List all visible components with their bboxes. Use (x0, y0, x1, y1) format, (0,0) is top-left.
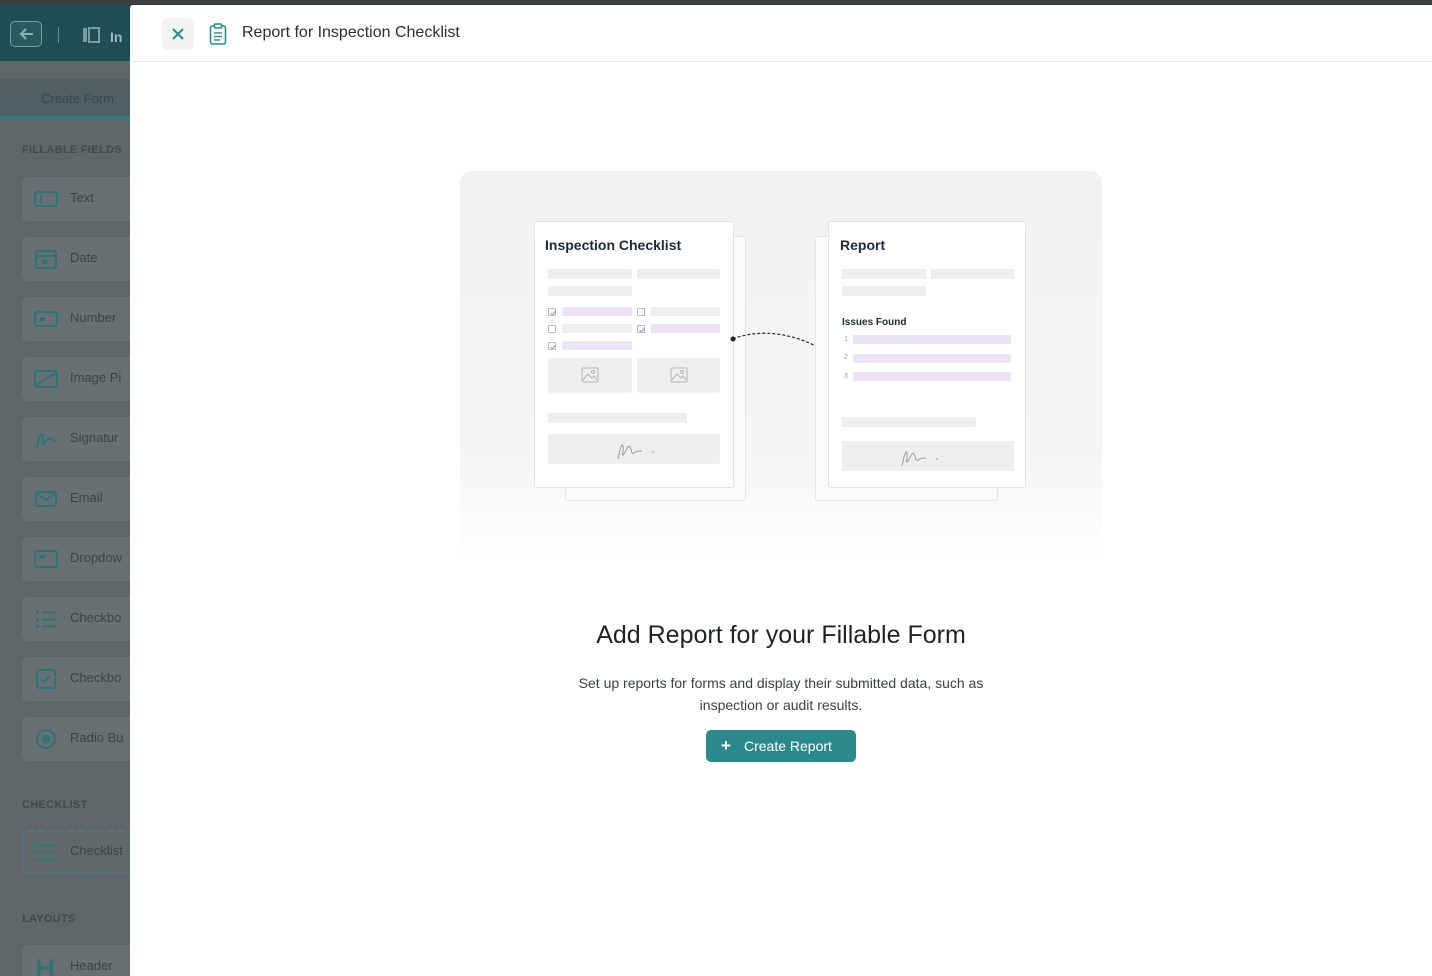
header-divider (58, 27, 59, 43)
layout-label: Header (70, 958, 113, 973)
report-card: Report Issues Found 1 2 3 (828, 221, 1026, 488)
section-fillable-fields: FILLABLE FIELDS (22, 144, 122, 156)
signature-scribble-icon (617, 444, 654, 460)
back-button[interactable] (10, 21, 42, 47)
checklist-card-title: Inspection Checklist (545, 237, 682, 253)
modal-title: Report for Inspection Checklist (242, 24, 460, 41)
placeholder-bar (931, 269, 1014, 279)
tab-create-form-label: Create Form (41, 91, 114, 106)
signature-placeholder (842, 441, 1014, 471)
field-item-checkbox[interactable]: Checkbo (22, 657, 142, 701)
form-logo-icon (83, 27, 100, 43)
signature-placeholder (548, 434, 720, 464)
close-button[interactable] (162, 18, 194, 50)
signature-icon (36, 433, 57, 448)
inspection-checklist-card: Inspection Checklist (534, 221, 734, 488)
issue-number: 3 (844, 373, 848, 380)
field-label: Email (70, 490, 103, 505)
field-item-signature[interactable]: Signatur (22, 417, 142, 461)
dropdown-icon (34, 550, 58, 568)
field-sidebar: Create Form FILLABLE FIELDS Text Date Nu… (0, 61, 142, 976)
radio-icon (36, 729, 56, 749)
field-item-checkbox-list[interactable]: Checkbo (22, 597, 142, 641)
mail-icon (35, 491, 57, 507)
field-item-radio-button[interactable]: Radio Bu (22, 717, 142, 761)
field-item-email[interactable]: Email (22, 477, 142, 521)
field-label: Signatur (70, 430, 119, 445)
section-layouts: LAYOUTS (22, 913, 76, 925)
image-icon (581, 367, 599, 383)
tab-create-form[interactable]: Create Form (0, 79, 140, 119)
placeholder-bar (842, 286, 926, 296)
placeholder-bar (548, 286, 632, 296)
issues-found-label: Issues Found (842, 317, 907, 328)
image-icon (670, 367, 688, 383)
signature-scribble-icon (901, 451, 938, 467)
section-checklist: CHECKLIST (22, 799, 88, 811)
empty-state-heading: Add Report for your Fillable Form (596, 621, 966, 649)
checked-box (637, 325, 645, 333)
app-title: In (110, 29, 123, 45)
text-field-icon (34, 191, 58, 207)
clipboard-icon (209, 23, 227, 45)
field-item-dropdown[interactable]: Dropdow (22, 537, 142, 581)
issue-bar (853, 335, 1011, 344)
create-report-label: Create Report (744, 738, 832, 754)
field-label: Image Pi (70, 370, 122, 385)
plus-icon: + (721, 736, 731, 755)
placeholder-bar (548, 269, 632, 279)
number-field-icon (34, 311, 58, 327)
placeholder-bar (562, 307, 632, 316)
image-placeholder (637, 358, 720, 393)
placeholder-bar (637, 269, 720, 279)
field-item-text[interactable]: Text (22, 177, 142, 221)
field-label: Text (70, 190, 94, 205)
issue-bar (853, 354, 1011, 363)
unchecked-box (637, 308, 645, 316)
checklist-item[interactable]: Checklist (22, 830, 142, 874)
checkbox-list-icon (36, 611, 56, 628)
header-icon (37, 959, 53, 976)
field-label: Date (70, 250, 98, 265)
placeholder-bar (562, 324, 632, 333)
issue-number: 1 (844, 336, 848, 343)
field-item-date[interactable]: Date (22, 237, 142, 281)
field-label: Checkbo (70, 670, 122, 685)
unchecked-box (548, 325, 556, 333)
field-item-number[interactable]: Number (22, 297, 142, 341)
image-placeholder (548, 358, 632, 393)
placeholder-bar (562, 341, 632, 350)
modal-header: Report for Inspection Checklist (130, 5, 1432, 62)
field-label: Radio Bu (70, 730, 124, 745)
field-label: Checkbo (70, 610, 122, 625)
report-illustration: Inspection Checklist Report Issues Found… (460, 171, 1102, 563)
image-icon (34, 370, 58, 388)
field-label: Dropdow (70, 550, 123, 565)
issue-number: 2 (844, 354, 848, 361)
placeholder-bar (651, 307, 720, 316)
placeholder-bar (548, 413, 687, 423)
field-item-image-picker[interactable]: Image Pi (22, 357, 142, 401)
report-modal: Report for Inspection Checklist Inspecti… (130, 5, 1432, 976)
field-label: Number (70, 310, 117, 325)
checklist-label: Checklist (70, 843, 123, 858)
create-report-button[interactable]: + Create Report (706, 730, 856, 762)
placeholder-bar (842, 417, 976, 427)
issue-bar (853, 372, 1011, 381)
layout-item-header[interactable]: Header (22, 945, 142, 976)
checklist-icon (36, 844, 56, 861)
report-card-title: Report (840, 237, 886, 253)
placeholder-bar (651, 324, 720, 333)
close-icon (172, 28, 184, 40)
checked-box (548, 308, 556, 316)
empty-state-description: Set up reports for forms and display the… (578, 675, 984, 713)
back-arrow-icon (19, 28, 33, 40)
placeholder-bar (842, 269, 926, 279)
calendar-icon (35, 250, 57, 269)
checked-box (548, 342, 556, 350)
checkbox-icon (36, 669, 56, 689)
